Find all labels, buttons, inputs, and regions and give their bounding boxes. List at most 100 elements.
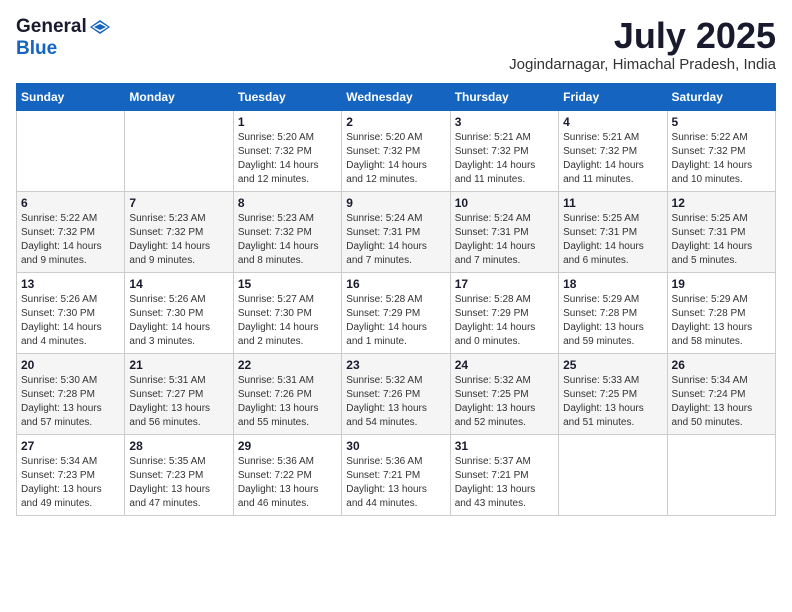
day-cell xyxy=(667,434,775,515)
day-detail: Sunrise: 5:24 AM Sunset: 7:31 PM Dayligh… xyxy=(346,212,445,268)
day-detail: Sunrise: 5:22 AM Sunset: 7:32 PM Dayligh… xyxy=(21,212,120,268)
day-number: 30 xyxy=(346,439,445,453)
day-cell: 24 Sunrise: 5:32 AM Sunset: 7:25 PM Dayli… xyxy=(450,353,558,434)
week-row-5: 27 Sunrise: 5:34 AM Sunset: 7:23 PM Dayli… xyxy=(17,434,776,515)
day-number: 19 xyxy=(672,277,771,291)
day-number: 6 xyxy=(21,196,120,210)
day-number: 29 xyxy=(238,439,337,453)
day-cell: 3 Sunrise: 5:21 AM Sunset: 7:32 PM Daylig… xyxy=(450,110,558,191)
day-number: 11 xyxy=(563,196,662,210)
day-detail: Sunrise: 5:32 AM Sunset: 7:25 PM Dayligh… xyxy=(455,374,554,430)
day-detail: Sunrise: 5:20 AM Sunset: 7:32 PM Dayligh… xyxy=(238,131,337,187)
week-row-3: 13 Sunrise: 5:26 AM Sunset: 7:30 PM Dayli… xyxy=(17,272,776,353)
day-detail: Sunrise: 5:29 AM Sunset: 7:28 PM Dayligh… xyxy=(563,293,662,349)
day-number: 22 xyxy=(238,358,337,372)
day-cell: 8 Sunrise: 5:23 AM Sunset: 7:32 PM Daylig… xyxy=(233,191,341,272)
day-number: 5 xyxy=(672,115,771,129)
day-number: 2 xyxy=(346,115,445,129)
day-cell: 2 Sunrise: 5:20 AM Sunset: 7:32 PM Daylig… xyxy=(342,110,450,191)
day-detail: Sunrise: 5:34 AM Sunset: 7:23 PM Dayligh… xyxy=(21,455,120,511)
weekday-header-row: SundayMondayTuesdayWednesdayThursdayFrid… xyxy=(17,83,776,110)
day-detail: Sunrise: 5:23 AM Sunset: 7:32 PM Dayligh… xyxy=(129,212,228,268)
day-detail: Sunrise: 5:32 AM Sunset: 7:26 PM Dayligh… xyxy=(346,374,445,430)
day-cell: 29 Sunrise: 5:36 AM Sunset: 7:22 PM Dayli… xyxy=(233,434,341,515)
day-number: 10 xyxy=(455,196,554,210)
day-number: 24 xyxy=(455,358,554,372)
day-detail: Sunrise: 5:29 AM Sunset: 7:28 PM Dayligh… xyxy=(672,293,771,349)
week-row-1: 1 Sunrise: 5:20 AM Sunset: 7:32 PM Daylig… xyxy=(17,110,776,191)
day-cell: 20Sunrise: 5:30 AM Sunset: 7:28 PM Dayli… xyxy=(17,353,125,434)
day-detail: Sunrise: 5:36 AM Sunset: 7:22 PM Dayligh… xyxy=(238,455,337,511)
day-number: 21 xyxy=(129,358,228,372)
day-cell xyxy=(559,434,667,515)
day-number: 23 xyxy=(346,358,445,372)
logo-flag-icon xyxy=(89,18,111,36)
day-detail: Sunrise: 5:28 AM Sunset: 7:29 PM Dayligh… xyxy=(346,293,445,349)
day-cell: 7 Sunrise: 5:23 AM Sunset: 7:32 PM Daylig… xyxy=(125,191,233,272)
day-number: 1 xyxy=(238,115,337,129)
day-cell: 21 Sunrise: 5:31 AM Sunset: 7:27 PM Dayli… xyxy=(125,353,233,434)
logo: General Blue xyxy=(16,16,111,60)
day-cell: 15Sunrise: 5:27 AM Sunset: 7:30 PM Dayli… xyxy=(233,272,341,353)
day-detail: Sunrise: 5:26 AM Sunset: 7:30 PM Dayligh… xyxy=(21,293,120,349)
day-cell xyxy=(125,110,233,191)
day-detail: Sunrise: 5:20 AM Sunset: 7:32 PM Dayligh… xyxy=(346,131,445,187)
day-number: 7 xyxy=(129,196,228,210)
day-cell: 22 Sunrise: 5:31 AM Sunset: 7:26 PM Dayli… xyxy=(233,353,341,434)
day-cell: 1 Sunrise: 5:20 AM Sunset: 7:32 PM Daylig… xyxy=(233,110,341,191)
day-detail: Sunrise: 5:37 AM Sunset: 7:21 PM Dayligh… xyxy=(455,455,554,511)
day-number: 26 xyxy=(672,358,771,372)
day-cell: 30 Sunrise: 5:36 AM Sunset: 7:21 PM Dayli… xyxy=(342,434,450,515)
day-number: 17 xyxy=(455,277,554,291)
header: General Blue July 2025 Jogindarnagar, Hi… xyxy=(16,16,776,73)
day-detail: Sunrise: 5:21 AM Sunset: 7:32 PM Dayligh… xyxy=(563,131,662,187)
logo-blue: Blue xyxy=(16,38,57,59)
day-detail: Sunrise: 5:33 AM Sunset: 7:25 PM Dayligh… xyxy=(563,374,662,430)
week-row-2: 6 Sunrise: 5:22 AM Sunset: 7:32 PM Daylig… xyxy=(17,191,776,272)
day-cell: 13 Sunrise: 5:26 AM Sunset: 7:30 PM Dayli… xyxy=(17,272,125,353)
day-cell: 10Sunrise: 5:24 AM Sunset: 7:31 PM Dayli… xyxy=(450,191,558,272)
day-cell: 4 Sunrise: 5:21 AM Sunset: 7:32 PM Daylig… xyxy=(559,110,667,191)
day-cell: 19 Sunrise: 5:29 AM Sunset: 7:28 PM Dayli… xyxy=(667,272,775,353)
day-cell: 9 Sunrise: 5:24 AM Sunset: 7:31 PM Daylig… xyxy=(342,191,450,272)
day-number: 12 xyxy=(672,196,771,210)
day-number: 9 xyxy=(346,196,445,210)
day-cell: 25 Sunrise: 5:33 AM Sunset: 7:25 PM Dayli… xyxy=(559,353,667,434)
week-row-4: 20Sunrise: 5:30 AM Sunset: 7:28 PM Dayli… xyxy=(17,353,776,434)
day-detail: Sunrise: 5:26 AM Sunset: 7:30 PM Dayligh… xyxy=(129,293,228,349)
day-number: 27 xyxy=(21,439,120,453)
weekday-header-sunday: Sunday xyxy=(17,83,125,110)
day-cell: 28 Sunrise: 5:35 AM Sunset: 7:23 PM Dayli… xyxy=(125,434,233,515)
logo-general: General xyxy=(16,16,87,38)
day-number: 31 xyxy=(455,439,554,453)
day-number: 14 xyxy=(129,277,228,291)
day-cell: 23 Sunrise: 5:32 AM Sunset: 7:26 PM Dayli… xyxy=(342,353,450,434)
day-detail: Sunrise: 5:21 AM Sunset: 7:32 PM Dayligh… xyxy=(455,131,554,187)
day-detail: Sunrise: 5:25 AM Sunset: 7:31 PM Dayligh… xyxy=(563,212,662,268)
day-cell: 5 Sunrise: 5:22 AM Sunset: 7:32 PM Daylig… xyxy=(667,110,775,191)
weekday-header-thursday: Thursday xyxy=(450,83,558,110)
day-number: 4 xyxy=(563,115,662,129)
day-detail: Sunrise: 5:27 AM Sunset: 7:30 PM Dayligh… xyxy=(238,293,337,349)
day-cell: 6 Sunrise: 5:22 AM Sunset: 7:32 PM Daylig… xyxy=(17,191,125,272)
day-detail: Sunrise: 5:31 AM Sunset: 7:26 PM Dayligh… xyxy=(238,374,337,430)
day-cell: 12 Sunrise: 5:25 AM Sunset: 7:31 PM Dayli… xyxy=(667,191,775,272)
day-detail: Sunrise: 5:22 AM Sunset: 7:32 PM Dayligh… xyxy=(672,131,771,187)
month-year: July 2025 xyxy=(509,16,776,56)
day-detail: Sunrise: 5:23 AM Sunset: 7:32 PM Dayligh… xyxy=(238,212,337,268)
day-number: 28 xyxy=(129,439,228,453)
day-cell: 27 Sunrise: 5:34 AM Sunset: 7:23 PM Dayli… xyxy=(17,434,125,515)
weekday-header-friday: Friday xyxy=(559,83,667,110)
day-detail: Sunrise: 5:25 AM Sunset: 7:31 PM Dayligh… xyxy=(672,212,771,268)
day-number: 25 xyxy=(563,358,662,372)
day-number: 3 xyxy=(455,115,554,129)
title-area: July 2025 Jogindarnagar, Himachal Prades… xyxy=(509,16,776,73)
weekday-header-monday: Monday xyxy=(125,83,233,110)
day-detail: Sunrise: 5:35 AM Sunset: 7:23 PM Dayligh… xyxy=(129,455,228,511)
day-detail: Sunrise: 5:36 AM Sunset: 7:21 PM Dayligh… xyxy=(346,455,445,511)
day-number: 8 xyxy=(238,196,337,210)
day-number: 13 xyxy=(21,277,120,291)
day-cell: 11 Sunrise: 5:25 AM Sunset: 7:31 PM Dayli… xyxy=(559,191,667,272)
day-detail: Sunrise: 5:28 AM Sunset: 7:29 PM Dayligh… xyxy=(455,293,554,349)
day-detail: Sunrise: 5:31 AM Sunset: 7:27 PM Dayligh… xyxy=(129,374,228,430)
